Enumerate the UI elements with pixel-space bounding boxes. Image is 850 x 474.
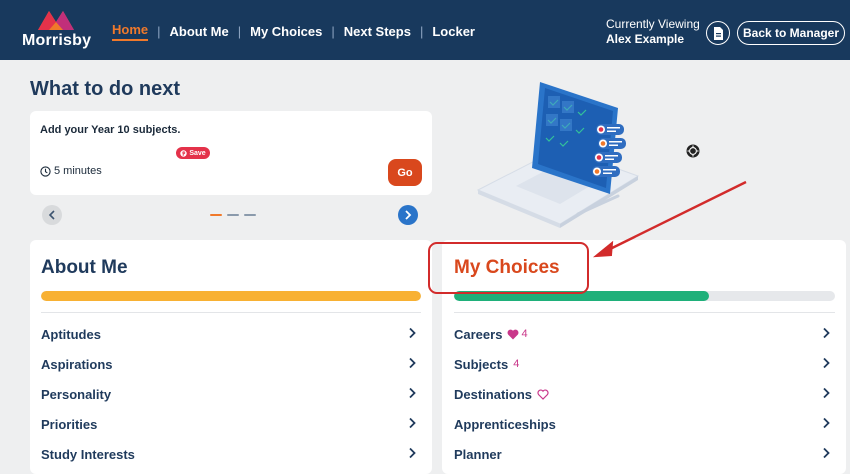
carousel-prev-button[interactable] <box>42 205 62 225</box>
chevron-right-icon <box>823 447 830 459</box>
my-choices-item-label: Apprenticeships <box>454 416 556 432</box>
my-choices-item-careers[interactable]: Careers 4 <box>442 319 846 349</box>
carousel-dot[interactable] <box>227 214 239 216</box>
back-to-manager-button[interactable]: Back to Manager <box>737 21 845 45</box>
about-me-item-label: Aspirations <box>41 356 113 372</box>
chevron-right-icon <box>405 210 412 220</box>
top-nav-bar: Morrisby Home | About Me | My Choices | … <box>0 0 850 60</box>
about-me-item-label: Aptitudes <box>41 326 101 342</box>
nav-separator: | <box>419 24 424 39</box>
chevron-right-icon <box>409 327 416 339</box>
my-choices-item-label: Destinations <box>454 386 533 402</box>
currently-viewing-name: Alex Example <box>606 32 685 46</box>
subjects-count: 4 <box>513 358 520 370</box>
nav-separator: | <box>331 24 335 39</box>
nav-next-steps[interactable]: Next Steps <box>344 24 411 39</box>
chevron-right-icon <box>823 417 830 429</box>
logo-text: Morrisby <box>22 32 92 49</box>
about-me-item-label: Study Interests <box>41 446 135 462</box>
nav-about-me[interactable]: About Me <box>170 24 229 39</box>
chevron-right-icon <box>409 447 416 459</box>
about-me-item-personality[interactable]: Personality <box>30 379 432 409</box>
heart-outline-icon <box>537 388 549 400</box>
chevron-right-icon <box>409 357 416 369</box>
careers-count: 4 <box>521 328 528 340</box>
next-task-card: Add your Year 10 subjects. Save 5 minute… <box>30 111 432 195</box>
task-duration: 5 minutes <box>40 165 102 177</box>
morrisby-logo[interactable]: Morrisby <box>22 8 92 54</box>
logo-mark-icon <box>38 11 74 30</box>
my-choices-item-subjects[interactable]: Subjects 4 <box>442 349 846 379</box>
divider <box>41 312 421 313</box>
carousel-dot[interactable] <box>244 214 256 216</box>
about-me-item-label: Priorities <box>41 416 98 432</box>
about-me-item-aspirations[interactable]: Aspirations <box>30 349 432 379</box>
chevron-right-icon <box>823 387 830 399</box>
nav-separator: | <box>157 24 161 39</box>
chevron-right-icon <box>409 387 416 399</box>
chevron-right-icon <box>823 327 830 339</box>
my-choices-item-planner[interactable]: Planner <box>442 439 846 469</box>
task-title: Add your Year 10 subjects. <box>40 124 181 136</box>
my-choices-item-apprenticeships[interactable]: Apprenticeships <box>442 409 846 439</box>
my-choices-item-destinations[interactable]: Destinations <box>442 379 846 409</box>
about-me-title[interactable]: About Me <box>41 257 128 279</box>
what-to-do-next-heading: What to do next <box>30 78 180 100</box>
autoscroll-icon <box>686 144 700 158</box>
my-choices-item-label: Subjects <box>454 356 509 372</box>
nav-separator: | <box>237 24 242 39</box>
about-me-item-study-interests[interactable]: Study Interests <box>30 439 432 469</box>
divider <box>454 312 835 313</box>
currently-viewing-label: Currently Viewing <box>606 17 700 31</box>
about-me-item-priorities[interactable]: Priorities <box>30 409 432 439</box>
nav-home[interactable]: Home <box>112 22 149 41</box>
carousel-next-button[interactable] <box>398 205 418 225</box>
save-badge-label: Save <box>189 149 206 157</box>
about-me-item-aptitudes[interactable]: Aptitudes <box>30 319 432 349</box>
nav-locker[interactable]: Locker <box>432 24 475 39</box>
annotation-highlight-box <box>428 242 589 294</box>
laptop-illustration <box>476 82 640 228</box>
main-nav: Home | About Me | My Choices | Next Step… <box>112 22 475 41</box>
carousel-dot[interactable] <box>210 214 222 216</box>
chevron-right-icon <box>823 357 830 369</box>
chevron-left-icon <box>48 210 55 220</box>
heart-filled-icon <box>507 329 519 340</box>
go-button[interactable]: Go <box>388 159 422 186</box>
save-badge[interactable]: Save <box>176 147 210 159</box>
pinterest-icon <box>180 149 188 157</box>
my-choices-item-label: Planner <box>454 446 502 462</box>
carousel-dots <box>210 214 256 216</box>
chevron-right-icon <box>409 417 416 429</box>
currently-viewing: Currently Viewing Alex Example <box>606 17 700 47</box>
task-duration-text: 5 minutes <box>54 165 102 177</box>
about-me-progress-bar <box>41 291 421 301</box>
about-me-progress-fill <box>41 291 421 301</box>
about-me-card: About Me Aptitudes Aspirations Personali… <box>30 240 432 474</box>
about-me-item-label: Personality <box>41 386 112 402</box>
clock-icon <box>40 165 51 177</box>
my-choices-item-label: Careers <box>454 326 503 342</box>
document-icon <box>713 26 723 40</box>
document-button[interactable] <box>706 21 730 45</box>
nav-my-choices[interactable]: My Choices <box>250 24 322 39</box>
